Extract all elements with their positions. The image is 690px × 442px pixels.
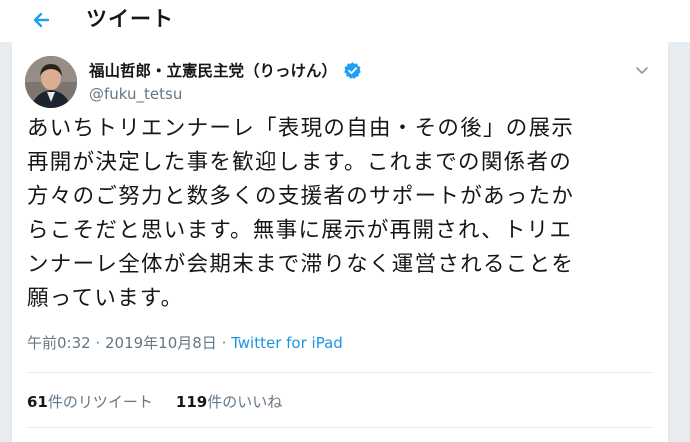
arrow-left-icon[interactable] [28,5,58,35]
tweet-card: 福山哲郎・立憲民主党（りっけん） @fuku_tetsu あいちトリエンナーレ「… [11,42,669,442]
user-handle[interactable]: @fuku_tetsu [89,85,182,103]
display-name[interactable]: 福山哲郎・立憲民主党（りっけん） [89,59,362,81]
likes-count: 119 [175,393,208,411]
retweets-stat[interactable]: 61件のリツイート [27,393,153,411]
divider [27,427,653,428]
meta-separator: · [216,334,232,352]
likes-stat[interactable]: 119件のいいね [176,393,282,411]
verified-badge-icon [344,61,361,79]
divider [27,372,653,373]
tweet-meta: 午前0:32 · 2019年10月8日 · Twitter for iPad [27,332,343,353]
tweet-stats: 61件のリツイート 119件のいいね [27,391,282,412]
display-name-text: 福山哲郎・立憲民主党（りっけん） [89,62,338,80]
chevron-down-icon[interactable] [634,62,650,78]
retweets-count: 61 [27,393,48,411]
top-bar: ツイート [0,0,690,42]
tweet-timestamp[interactable]: 午前0:32 · 2019年10月8日 [27,334,217,352]
page-title: ツイート [86,7,174,31]
tweet-text: あいちトリエンナーレ「表現の自由・その後」の展示 再開が決定した事を歓迎します。… [27,116,575,311]
retweets-label: 件のリツイート [47,393,153,411]
tweet-source-link[interactable]: Twitter for iPad [231,334,343,352]
likes-label: 件のいいね [207,393,283,411]
avatar[interactable] [25,56,77,108]
